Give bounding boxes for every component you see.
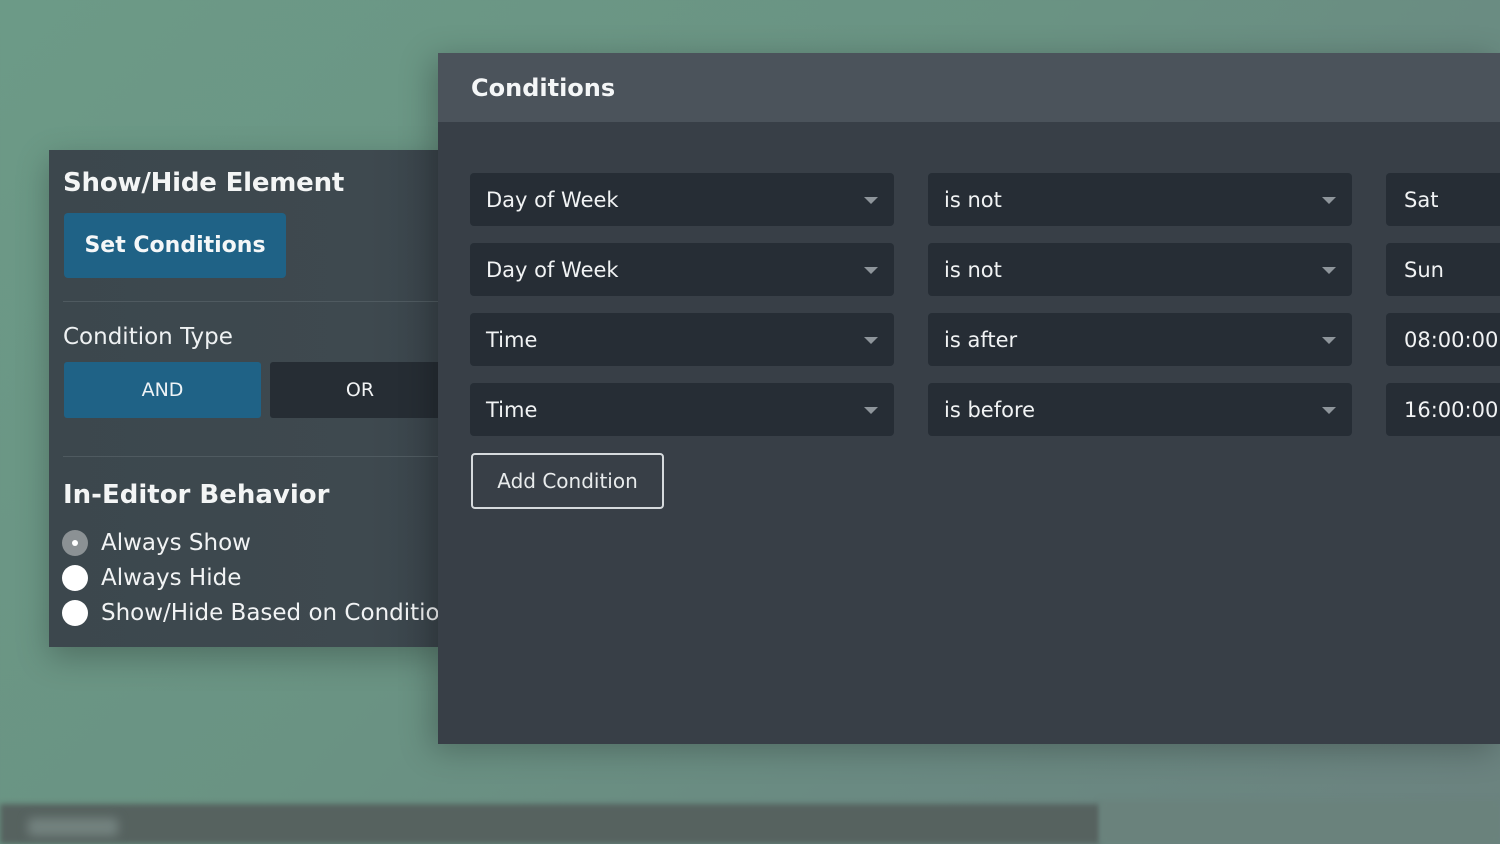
- condition-field-select[interactable]: Day of Week: [470, 243, 894, 296]
- select-value: is before: [944, 397, 1036, 422]
- chevron-down-icon: [864, 337, 878, 344]
- select-value: Time: [486, 397, 538, 422]
- panel-title: Show/Hide Element: [63, 168, 345, 198]
- condition-value-input[interactable]: 16:00:00: [1386, 383, 1500, 436]
- radio-checked-icon[interactable]: [62, 530, 88, 556]
- condition-row: Day of Week is not Sun: [438, 243, 1500, 296]
- select-value: is not: [944, 257, 1002, 282]
- select-value: is not: [944, 187, 1002, 212]
- radio-unchecked-icon[interactable]: [62, 600, 88, 626]
- select-value: is after: [944, 327, 1018, 352]
- background-right: [1100, 800, 1500, 844]
- input-value: 16:00:00: [1404, 397, 1499, 422]
- show-hide-element-panel: Show/Hide Element Set Conditions Conditi…: [49, 150, 454, 647]
- condition-field-select[interactable]: Time: [470, 313, 894, 366]
- radio-unchecked-icon[interactable]: [62, 565, 88, 591]
- input-value: 08:00:00: [1404, 327, 1499, 352]
- set-conditions-button[interactable]: Set Conditions: [64, 213, 286, 278]
- condition-row: Time is before 16:00:00: [438, 383, 1500, 436]
- condition-operator-select[interactable]: is not: [928, 173, 1352, 226]
- modal-title: Conditions: [471, 73, 616, 102]
- select-value: Time: [486, 327, 538, 352]
- radio-label: Always Hide: [101, 565, 242, 591]
- radio-label: Always Show: [101, 530, 251, 556]
- condition-type-and-button[interactable]: AND: [64, 362, 261, 418]
- input-value: Sat: [1404, 187, 1439, 212]
- condition-operator-select[interactable]: is before: [928, 383, 1352, 436]
- condition-row: Time is after 08:00:00: [438, 313, 1500, 366]
- radio-always-show[interactable]: Always Show: [62, 530, 251, 556]
- select-value: Day of Week: [486, 257, 619, 282]
- condition-field-select[interactable]: Time: [470, 383, 894, 436]
- condition-type-or-button[interactable]: OR: [270, 362, 450, 418]
- chevron-down-icon: [1322, 337, 1336, 344]
- chevron-down-icon: [1322, 267, 1336, 274]
- modal-header: Conditions: [438, 53, 1500, 122]
- condition-value-input[interactable]: 08:00:00: [1386, 313, 1500, 366]
- condition-type-label: Condition Type: [63, 324, 233, 350]
- radio-always-hide[interactable]: Always Hide: [62, 565, 241, 591]
- add-condition-button[interactable]: Add Condition: [471, 453, 664, 509]
- chevron-down-icon: [864, 197, 878, 204]
- input-value: Sun: [1404, 257, 1444, 282]
- divider: [63, 301, 449, 302]
- radio-label: Show/Hide Based on Condition: [101, 600, 455, 626]
- select-value: Day of Week: [486, 187, 619, 212]
- conditions-modal: Conditions Day of Week is not Sat Day of…: [438, 53, 1500, 744]
- condition-value-input[interactable]: Sun: [1386, 243, 1500, 296]
- background-bar-label: [28, 818, 118, 836]
- chevron-down-icon: [864, 267, 878, 274]
- chevron-down-icon: [864, 407, 878, 414]
- condition-operator-select[interactable]: is after: [928, 313, 1352, 366]
- condition-row: Day of Week is not Sat: [438, 173, 1500, 226]
- condition-field-select[interactable]: Day of Week: [470, 173, 894, 226]
- divider: [63, 456, 449, 457]
- chevron-down-icon: [1322, 197, 1336, 204]
- condition-value-input[interactable]: Sat: [1386, 173, 1500, 226]
- background-bar: [0, 804, 1100, 844]
- in-editor-behavior-heading: In-Editor Behavior: [63, 480, 330, 510]
- radio-based-on-condition[interactable]: Show/Hide Based on Condition: [62, 600, 454, 626]
- condition-operator-select[interactable]: is not: [928, 243, 1352, 296]
- chevron-down-icon: [1322, 407, 1336, 414]
